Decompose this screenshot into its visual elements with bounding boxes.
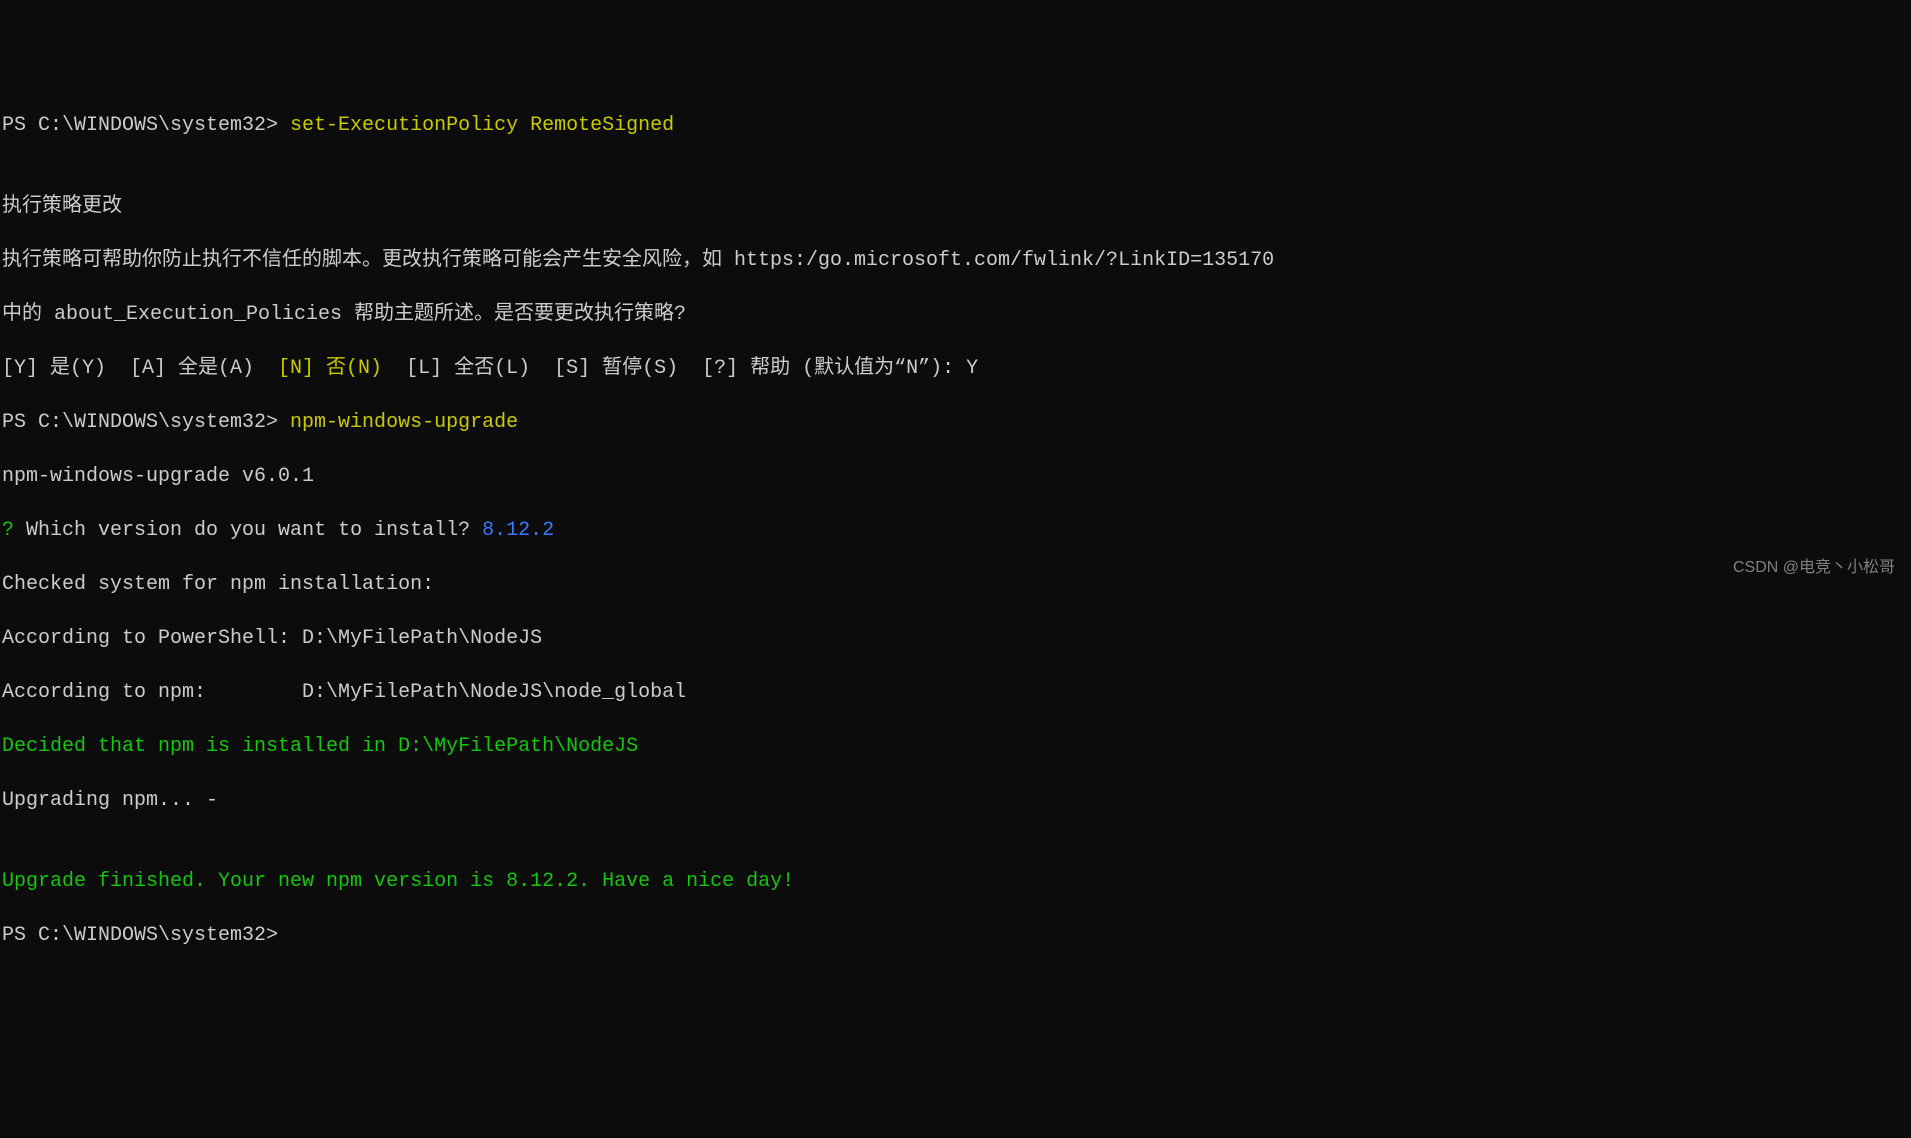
terminal-line-1[interactable]: PS C:\WINDOWS\system32> set-ExecutionPol… [2,112,1909,139]
prompt-text: PS C:\WINDOWS\system32> [2,411,290,434]
command-text: set-ExecutionPolicy RemoteSigned [290,114,674,137]
question-mark-icon: ? [2,519,14,542]
npm-path: According to npm: D:\MyFilePath\NodeJS\n… [2,679,1909,706]
prompt-text: PS C:\WINDOWS\system32> [2,114,290,137]
question-line: ? Which version do you want to install? … [2,517,1909,544]
powershell-path: According to PowerShell: D:\MyFilePath\N… [2,625,1909,652]
policy-options-line[interactable]: [Y] 是(Y) [A] 全是(A) [N] 否(N) [L] 全否(L) [S… [2,355,1909,382]
csdn-watermark: CSDN @电竞丶小松哥 [1733,557,1895,579]
terminal-line-3[interactable]: PS C:\WINDOWS\system32> [2,922,1909,949]
version-line: npm-windows-upgrade v6.0.1 [2,463,1909,490]
version-selected: 8.12.2 [482,519,554,542]
decided-line: Decided that npm is installed in D:\MyFi… [2,733,1909,760]
upgrading-line: Upgrading npm... - [2,787,1909,814]
policy-n-option: [N] 否(N) [278,357,382,380]
policy-options-part1: [Y] 是(Y) [A] 全是(A) [2,357,278,380]
policy-options-part2: [L] 全否(L) [S] 暂停(S) [?] 帮助 (默认值为“N”): Y [382,357,978,380]
command-text: npm-windows-upgrade [290,411,518,434]
question-text: Which version do you want to install? [14,519,482,542]
policy-desc-2: 中的 about_Execution_Policies 帮助主题所述。是否要更改… [2,301,1909,328]
terminal-line-2[interactable]: PS C:\WINDOWS\system32> npm-windows-upgr… [2,409,1909,436]
policy-title: 执行策略更改 [2,193,1909,220]
check-line: Checked system for npm installation: [2,571,1909,598]
policy-desc-1: 执行策略可帮助你防止执行不信任的脚本。更改执行策略可能会产生安全风险，如 htt… [2,247,1909,274]
finished-line: Upgrade finished. Your new npm version i… [2,868,1909,895]
